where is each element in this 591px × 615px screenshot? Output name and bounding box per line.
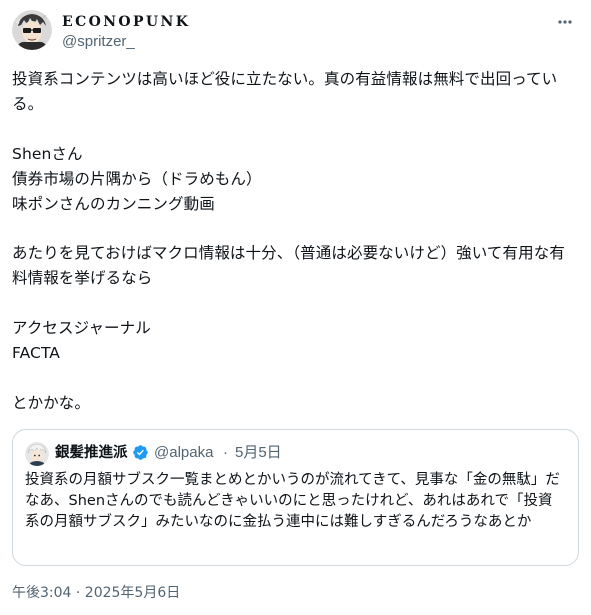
author-display-name[interactable]: ECONOPUNK bbox=[62, 13, 190, 31]
verified-badge-icon bbox=[132, 444, 149, 461]
quoted-author-display-name[interactable]: 銀髪推進派 bbox=[55, 444, 128, 462]
more-horizontal-icon bbox=[558, 20, 572, 24]
more-options-button[interactable] bbox=[553, 10, 577, 34]
post-header: ECONOPUNK @spritzer_ bbox=[12, 10, 579, 54]
quoted-author-handle[interactable]: @alpaka bbox=[154, 444, 213, 462]
quoted-author-avatar[interactable] bbox=[25, 442, 49, 466]
author-avatar[interactable] bbox=[12, 10, 52, 50]
quoted-post-date[interactable]: 5月5日 bbox=[235, 444, 282, 462]
quoted-meta-separator: · bbox=[223, 444, 228, 461]
quoted-post-text: 投資系の月額サブスク一覧まとめとかいうのが流れてきて、見事な「金の無駄」だなあ、… bbox=[25, 472, 560, 530]
post-timestamp[interactable]: 午後3:04 · 2025年5月6日 bbox=[12, 584, 180, 602]
quoted-post-card[interactable]: 銀髪推進派 @alpaka · 5月5日 投資系の月額サブスク一覧まとめとかいう… bbox=[12, 429, 579, 566]
post-text: 投資系コンテンツは高いほど役に立たない。真の有益情報は無料で出回っている。 Sh… bbox=[12, 70, 565, 412]
author-handle[interactable]: @spritzer_ bbox=[62, 33, 135, 51]
